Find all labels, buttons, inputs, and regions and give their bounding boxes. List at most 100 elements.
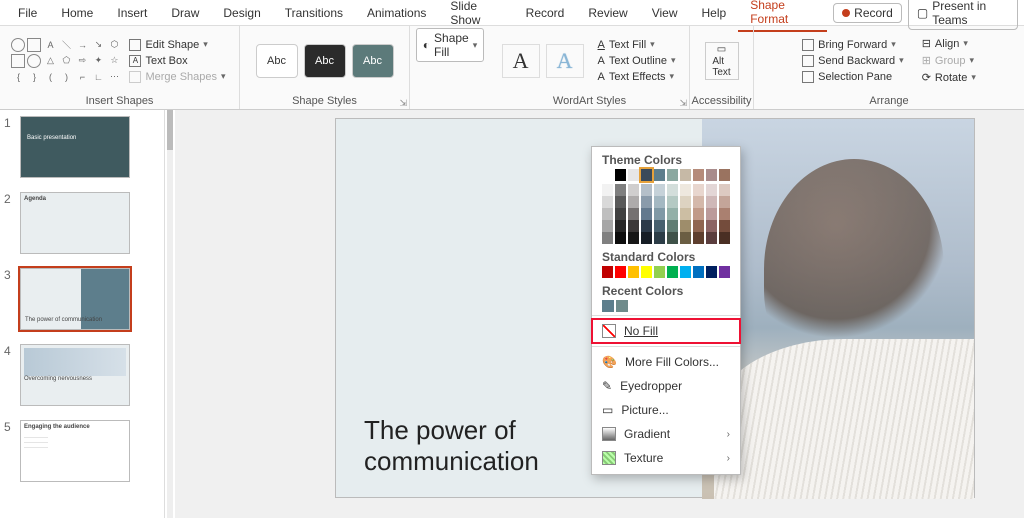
wordart-tile-2[interactable]: A (546, 44, 584, 78)
slide-thumb-2[interactable]: 2Agenda (4, 192, 160, 254)
slide-thumb-3[interactable]: 3The power of communication (4, 268, 160, 330)
wordart-tile-1[interactable]: A (502, 44, 540, 78)
color-swatch[interactable] (667, 169, 678, 181)
color-swatch[interactable] (615, 266, 626, 278)
color-swatch[interactable] (719, 208, 730, 220)
gradient-fill-item[interactable]: Gradient› (592, 422, 740, 446)
color-swatch[interactable] (706, 266, 717, 278)
text-effects-button[interactable]: AText Effects▾ (596, 70, 678, 84)
color-swatch[interactable] (693, 232, 704, 244)
color-swatch[interactable] (628, 169, 639, 181)
menu-design[interactable]: Design (211, 2, 272, 24)
slide-thumb-5[interactable]: 5Engaging the audience―――――――――――――――――― (4, 420, 160, 482)
dialog-launcher-icon[interactable]: ⇲ (399, 98, 407, 109)
menu-animations[interactable]: Animations (355, 2, 438, 24)
record-button[interactable]: Record (833, 3, 902, 23)
rotate-button[interactable]: ⟳Rotate▾ (920, 70, 978, 85)
color-swatch[interactable] (719, 184, 730, 196)
color-swatch[interactable] (693, 266, 704, 278)
text-box-button[interactable]: AText Box (127, 54, 227, 68)
color-swatch[interactable] (680, 220, 691, 232)
color-swatch[interactable] (667, 232, 678, 244)
color-swatch[interactable] (693, 196, 704, 208)
menu-view[interactable]: View (640, 2, 690, 24)
menu-insert[interactable]: Insert (105, 2, 159, 24)
color-swatch[interactable] (602, 208, 613, 220)
text-outline-button[interactable]: AText Outline▾ (596, 54, 678, 68)
color-swatch[interactable] (654, 184, 665, 196)
menu-file[interactable]: File (6, 2, 49, 24)
color-swatch[interactable] (602, 300, 614, 312)
color-swatch[interactable] (706, 208, 717, 220)
color-swatch[interactable] (628, 208, 639, 220)
color-swatch[interactable] (680, 184, 691, 196)
color-swatch[interactable] (616, 300, 628, 312)
color-swatch[interactable] (641, 208, 652, 220)
color-swatch[interactable] (654, 169, 665, 181)
slide-thumb-4[interactable]: 4Overcoming nervousness (4, 344, 160, 406)
style-tile-2[interactable]: Abc (304, 44, 346, 78)
color-swatch[interactable] (654, 220, 665, 232)
color-swatch[interactable] (641, 220, 652, 232)
color-swatch[interactable] (693, 169, 704, 181)
color-swatch[interactable] (602, 232, 613, 244)
color-swatch[interactable] (680, 196, 691, 208)
shape-fill-dropdown[interactable]: ◐Shape Fill▾ (416, 28, 484, 62)
align-button[interactable]: ⊟Align▾ (920, 36, 978, 51)
color-swatch[interactable] (628, 184, 639, 196)
color-swatch[interactable] (719, 196, 730, 208)
color-swatch[interactable] (654, 196, 665, 208)
color-swatch[interactable] (615, 220, 626, 232)
color-swatch[interactable] (641, 266, 652, 278)
selection-pane-button[interactable]: Selection Pane (800, 70, 906, 84)
color-swatch[interactable] (641, 232, 652, 244)
picture-fill-item[interactable]: ▭Picture... (592, 398, 740, 422)
color-swatch[interactable] (615, 169, 626, 181)
color-swatch[interactable] (628, 220, 639, 232)
color-swatch[interactable] (615, 232, 626, 244)
slide-thumb-1[interactable]: 1Basic presentation (4, 116, 160, 178)
color-swatch[interactable] (680, 208, 691, 220)
color-swatch[interactable] (628, 266, 639, 278)
color-swatch[interactable] (719, 169, 730, 181)
style-tile-1[interactable]: Abc (256, 44, 298, 78)
color-swatch[interactable] (693, 208, 704, 220)
color-swatch[interactable] (615, 184, 626, 196)
send-backward-button[interactable]: Send Backward▾ (800, 54, 906, 68)
color-swatch[interactable] (719, 220, 730, 232)
editor-canvas[interactable]: The power of communication Theme Colors … (175, 110, 1024, 518)
color-swatch[interactable] (680, 232, 691, 244)
color-swatch[interactable] (641, 169, 652, 181)
color-swatch[interactable] (602, 266, 613, 278)
menu-review[interactable]: Review (576, 2, 639, 24)
color-swatch[interactable] (641, 196, 652, 208)
color-swatch[interactable] (602, 184, 613, 196)
slide-panel[interactable]: 1Basic presentation 2Agenda 3The power o… (0, 110, 165, 518)
color-swatch[interactable] (628, 232, 639, 244)
color-swatch[interactable] (667, 208, 678, 220)
color-swatch[interactable] (706, 220, 717, 232)
color-swatch[interactable] (641, 184, 652, 196)
menu-record[interactable]: Record (514, 2, 577, 24)
color-swatch[interactable] (628, 196, 639, 208)
text-fill-button[interactable]: AText Fill▾ (596, 38, 678, 52)
color-swatch[interactable] (667, 266, 678, 278)
color-swatch[interactable] (602, 220, 613, 232)
edit-shape-button[interactable]: Edit Shape▾ (127, 38, 227, 52)
texture-fill-item[interactable]: Texture› (592, 446, 740, 470)
color-swatch[interactable] (654, 266, 665, 278)
color-swatch[interactable] (693, 184, 704, 196)
color-swatch[interactable] (706, 232, 717, 244)
eyedropper-item[interactable]: ✎Eyedropper (592, 374, 740, 398)
color-swatch[interactable] (667, 184, 678, 196)
color-swatch[interactable] (706, 196, 717, 208)
color-swatch[interactable] (615, 208, 626, 220)
slide-panel-scrollbar[interactable] (165, 110, 175, 518)
style-tile-3[interactable]: Abc (352, 44, 394, 78)
color-swatch[interactable] (654, 232, 665, 244)
menu-draw[interactable]: Draw (159, 2, 211, 24)
more-fill-colors-item[interactable]: 🎨More Fill Colors... (592, 350, 740, 374)
color-swatch[interactable] (680, 169, 691, 181)
no-fill-item[interactable]: No Fill (592, 319, 740, 343)
color-swatch[interactable] (693, 220, 704, 232)
